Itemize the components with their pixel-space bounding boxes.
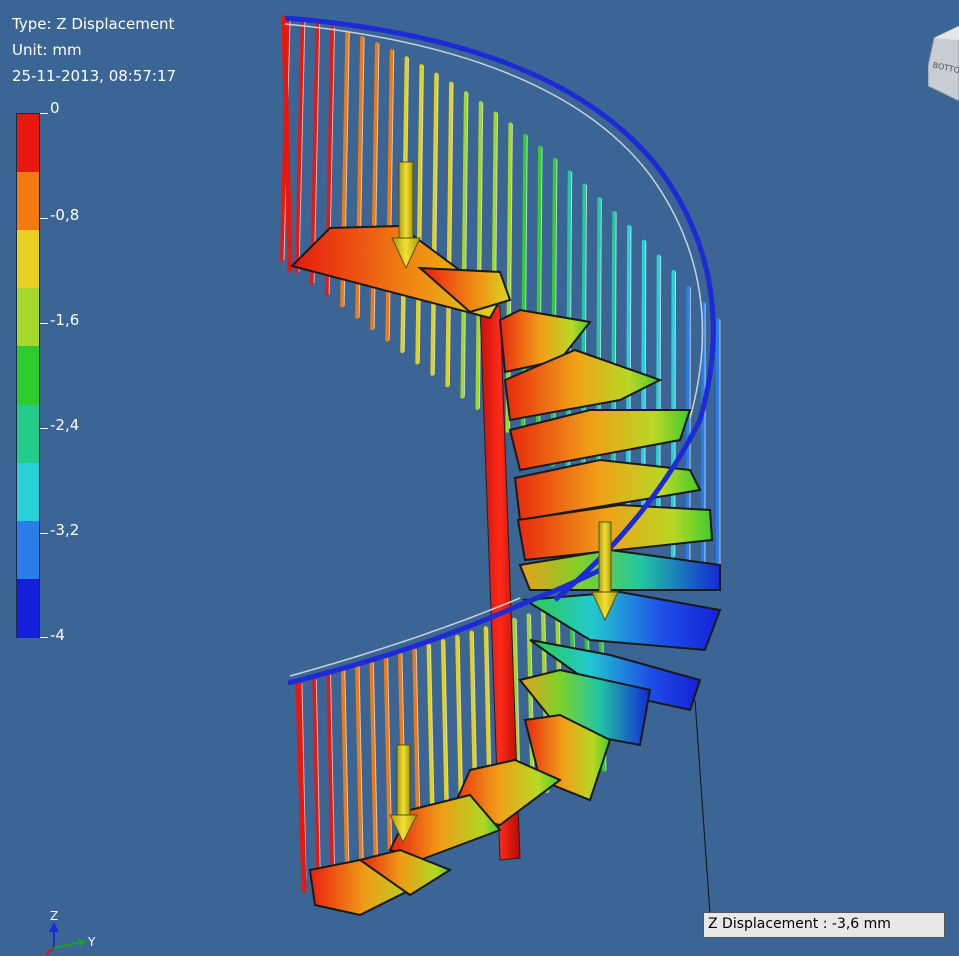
legend-color-segment bbox=[17, 462, 39, 522]
legend-tick bbox=[40, 428, 48, 429]
view-cube[interactable]: BOTTOM bbox=[928, 26, 959, 101]
legend-value-label: -3,2 bbox=[50, 521, 80, 539]
probe-leader-line bbox=[694, 699, 711, 915]
legend-value-label: -2,4 bbox=[50, 416, 80, 434]
baluster-lower bbox=[369, 660, 378, 856]
legend-value-label: 0 bbox=[50, 99, 60, 117]
legend-tick bbox=[40, 637, 48, 638]
legend-tick bbox=[40, 323, 48, 324]
legend-color-segment bbox=[17, 114, 39, 174]
model-viewport[interactable] bbox=[0, 0, 959, 956]
legend-tick bbox=[40, 218, 48, 219]
legend-value-label: -0,8 bbox=[50, 206, 80, 224]
coordinate-triad: Z Y bbox=[45, 909, 96, 955]
baluster-upper bbox=[655, 254, 661, 547]
baluster-upper bbox=[430, 72, 439, 376]
result-timestamp-label: 25-11-2013, 08:57:17 bbox=[12, 67, 177, 85]
legend-tick bbox=[40, 113, 48, 114]
legend-color-segment bbox=[17, 404, 39, 464]
baluster-lower bbox=[355, 664, 364, 862]
legend-value-label: -1,6 bbox=[50, 311, 80, 329]
legend-color-segment bbox=[17, 520, 39, 580]
result-unit-label: Unit: mm bbox=[12, 41, 82, 59]
color-legend-bar bbox=[16, 113, 40, 638]
probe-value-label: Z Displacement : -3,6 mm bbox=[703, 912, 945, 938]
legend-value-label: -4 bbox=[50, 626, 65, 644]
baluster-lower bbox=[312, 677, 321, 877]
baluster-upper bbox=[415, 64, 424, 365]
baluster-lower bbox=[340, 669, 349, 867]
baluster-upper bbox=[445, 81, 454, 388]
baluster-lower bbox=[383, 656, 392, 851]
legend-tick bbox=[40, 533, 48, 534]
legend-color-segment bbox=[17, 288, 39, 348]
legend-color-segment bbox=[17, 230, 39, 290]
baluster-lower bbox=[326, 673, 335, 872]
legend-color-segment bbox=[17, 578, 39, 638]
triad-y-label: Y bbox=[87, 935, 96, 949]
baluster-lower bbox=[440, 639, 449, 830]
legend-color-segment bbox=[17, 346, 39, 406]
triad-z-label: Z bbox=[50, 909, 58, 923]
result-type-label: Type: Z Displacement bbox=[12, 15, 175, 33]
legend-color-segment bbox=[17, 172, 39, 232]
